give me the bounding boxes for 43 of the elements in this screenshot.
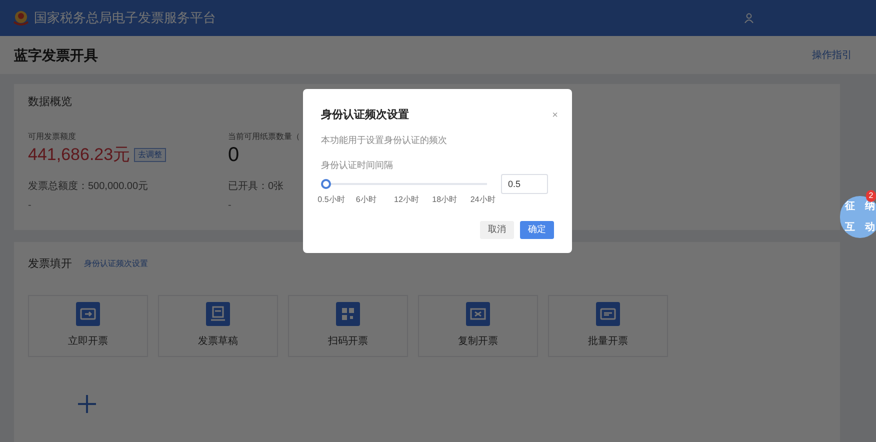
invoice-tile[interactable]: 立即开票 [28,294,148,356]
assistant-char: 互 [845,222,855,232]
stat-sub-value: - [28,198,32,212]
invoice-tile[interactable]: 批量开票 [548,294,668,356]
auth-settings-link[interactable]: 身份认证频次设置 [84,258,148,270]
close-button[interactable]: × [552,108,558,123]
stat-value: 0 [228,142,240,168]
tick-label: 12小时 [394,194,419,206]
issue-title: 发票填开 [28,257,72,272]
add-icon[interactable] [78,394,96,412]
page-title: 蓝字发票开具 [14,46,98,64]
slider-thumb[interactable] [321,178,331,188]
interval-input[interactable]: 0.5 [501,174,548,194]
overview-title: 数据概览 [28,95,73,110]
tick-label: 0.5小时 [318,194,345,206]
invoice-tile[interactable]: 复制开票 [418,294,538,356]
notification-badge: 2 [866,190,876,202]
stat-sub-value: - [228,198,232,212]
stat-sub-label: 发票总额度：500,000.00元 [28,180,148,194]
field-label: 身份认证时间间隔 [321,159,394,172]
invoice-tile[interactable]: 扫码开票 [288,294,408,356]
dialog-description: 本功能用于设置身份认证的频次 [321,134,448,146]
guide-link[interactable]: 操作指引 [812,48,852,62]
assistant-char: 纳 [865,202,875,212]
dialog-title: 身份认证频次设置 [321,108,409,123]
stat-sub-label: 已开具：0张 [228,180,284,194]
platform-title: 国家税务总局电子发票服务平台 [34,9,216,28]
adjust-button[interactable]: 去调整 [134,148,166,162]
stat-label: 可用发票额度 [28,130,76,142]
invoice-tile[interactable]: 发票草稿 [158,294,278,356]
slider[interactable] [321,178,487,188]
stat-label: 当前可用纸票数量（ [228,130,300,142]
assistant-char: 征 [845,202,855,212]
stat-value: 441,686.23元 [28,144,130,166]
tick-label: 18小时 [432,194,458,206]
qr-icon [336,302,360,326]
emblem-icon [12,9,30,27]
tick-label: 6小时 [356,194,376,206]
confirm-button[interactable]: 确定 [520,220,554,238]
assistant-char: 动 [865,222,875,232]
cancel-button[interactable]: 取消 [480,220,514,238]
tick-label: 24小时 [470,194,496,206]
user-icon[interactable] [744,13,754,23]
